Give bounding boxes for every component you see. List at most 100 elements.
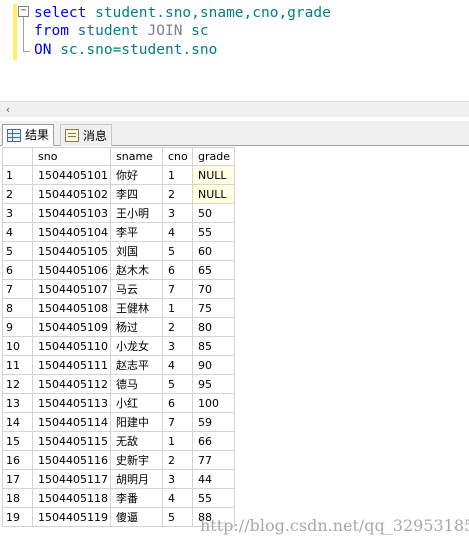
cell-sno[interactable]: 1504405112 [32, 374, 111, 394]
table-row[interactable]: 12 1504405112 德马 5 95 [2, 374, 235, 394]
row-number[interactable]: 2 [2, 184, 33, 204]
cell-cno[interactable]: 6 [162, 260, 193, 280]
cell-grade[interactable]: 66 [192, 431, 235, 451]
cell-cno[interactable]: 3 [162, 469, 193, 489]
cell-cno[interactable]: 1 [162, 431, 193, 451]
cell-sno[interactable]: 1504405107 [32, 279, 111, 299]
editor-horizontal-scrollbar[interactable]: ‹ [0, 101, 469, 117]
cell-sname[interactable]: 杨过 [110, 317, 163, 337]
cell-grade[interactable]: 75 [192, 298, 235, 318]
cell-cno[interactable]: 2 [162, 184, 193, 204]
cell-sname[interactable]: 胡明月 [110, 469, 163, 489]
table-row[interactable]: 14 1504405114 阳建中 7 59 [2, 412, 235, 432]
cell-cno[interactable]: 6 [162, 393, 193, 413]
cell-grade[interactable]: NULL [192, 184, 235, 204]
cell-sno[interactable]: 1504405103 [32, 203, 111, 223]
cell-cno[interactable]: 5 [162, 507, 193, 527]
cell-sno[interactable]: 1504405108 [32, 298, 111, 318]
cell-cno[interactable]: 7 [162, 412, 193, 432]
cell-cno[interactable]: 3 [162, 203, 193, 223]
tab-messages[interactable]: 消息 [60, 124, 113, 146]
row-number[interactable]: 6 [2, 260, 33, 280]
cell-sno[interactable]: 1504405101 [32, 165, 111, 185]
row-number[interactable]: 13 [2, 393, 33, 413]
cell-sname[interactable]: 小红 [110, 393, 163, 413]
cell-cno[interactable]: 4 [162, 488, 193, 508]
cell-cno[interactable]: 7 [162, 279, 193, 299]
row-number[interactable]: 17 [2, 469, 33, 489]
cell-sno[interactable]: 1504405113 [32, 393, 111, 413]
sql-editor[interactable]: − select student.sno,sname,cno,grade fro… [0, 0, 469, 100]
cell-sno[interactable]: 1504405119 [32, 507, 111, 527]
cell-sno[interactable]: 1504405111 [32, 355, 111, 375]
cell-sname[interactable]: 德马 [110, 374, 163, 394]
cell-sno[interactable]: 1504405115 [32, 431, 111, 451]
cell-grade[interactable]: 85 [192, 336, 235, 356]
results-grid[interactable]: sno sname cno grade 1 1504405101 你好 1 NULL 2 1… [2, 147, 235, 527]
cell-sno[interactable]: 1504405114 [32, 412, 111, 432]
cell-sname[interactable]: 你好 [110, 165, 163, 185]
scroll-left-arrow-icon[interactable]: ‹ [0, 102, 16, 118]
cell-grade[interactable]: 100 [192, 393, 235, 413]
cell-sno[interactable]: 1504405118 [32, 488, 111, 508]
column-header-cno[interactable]: cno [162, 147, 193, 166]
cell-sno[interactable]: 1504405116 [32, 450, 111, 470]
cell-cno[interactable]: 4 [162, 222, 193, 242]
row-number[interactable]: 7 [2, 279, 33, 299]
cell-grade[interactable]: 55 [192, 488, 235, 508]
row-number[interactable]: 19 [2, 507, 33, 527]
cell-cno[interactable]: 1 [162, 298, 193, 318]
table-row[interactable]: 11 1504405111 赵志平 4 90 [2, 355, 235, 375]
cell-cno[interactable]: 1 [162, 165, 193, 185]
table-row[interactable]: 7 1504405107 马云 7 70 [2, 279, 235, 299]
cell-sname[interactable]: 刘国 [110, 241, 163, 261]
cell-grade[interactable]: 65 [192, 260, 235, 280]
cell-sname[interactable]: 无敌 [110, 431, 163, 451]
cell-grade[interactable]: 77 [192, 450, 235, 470]
code-line-2[interactable]: from student JOIN sc [34, 22, 209, 40]
row-number[interactable]: 9 [2, 317, 33, 337]
code-line-3[interactable]: ON sc.sno=student.sno [34, 41, 217, 59]
table-row[interactable]: 13 1504405113 小红 6 100 [2, 393, 235, 413]
cell-sname[interactable]: 傻逼 [110, 507, 163, 527]
cell-sname[interactable]: 赵志平 [110, 355, 163, 375]
cell-sno[interactable]: 1504405105 [32, 241, 111, 261]
row-number[interactable]: 18 [2, 488, 33, 508]
cell-sno[interactable]: 1504405104 [32, 222, 111, 242]
table-row[interactable]: 4 1504405104 李平 4 55 [2, 222, 235, 242]
cell-sno[interactable]: 1504405110 [32, 336, 111, 356]
cell-sname[interactable]: 王健林 [110, 298, 163, 318]
cell-grade[interactable]: 60 [192, 241, 235, 261]
cell-sname[interactable]: 小龙女 [110, 336, 163, 356]
cell-grade[interactable]: 44 [192, 469, 235, 489]
cell-cno[interactable]: 4 [162, 355, 193, 375]
row-number[interactable]: 5 [2, 241, 33, 261]
row-number[interactable]: 8 [2, 298, 33, 318]
row-number[interactable]: 1 [2, 165, 33, 185]
row-number[interactable]: 12 [2, 374, 33, 394]
table-row[interactable]: 8 1504405108 王健林 1 75 [2, 298, 235, 318]
cell-sname[interactable]: 李平 [110, 222, 163, 242]
cell-sname[interactable]: 马云 [110, 279, 163, 299]
cell-cno[interactable]: 3 [162, 336, 193, 356]
table-row[interactable]: 15 1504405115 无敌 1 66 [2, 431, 235, 451]
cell-grade[interactable]: 70 [192, 279, 235, 299]
row-number[interactable]: 4 [2, 222, 33, 242]
cell-grade[interactable]: 95 [192, 374, 235, 394]
table-row[interactable]: 1 1504405101 你好 1 NULL [2, 165, 235, 185]
tab-results[interactable]: 结果 [2, 124, 55, 146]
table-row[interactable]: 17 1504405117 胡明月 3 44 [2, 469, 235, 489]
cell-sno[interactable]: 1504405102 [32, 184, 111, 204]
column-header-sname[interactable]: sname [110, 147, 163, 166]
cell-cno[interactable]: 5 [162, 241, 193, 261]
cell-cno[interactable]: 2 [162, 450, 193, 470]
row-number[interactable]: 16 [2, 450, 33, 470]
column-header-sno[interactable]: sno [32, 147, 111, 166]
table-row[interactable]: 6 1504405106 赵木木 6 65 [2, 260, 235, 280]
row-number[interactable]: 3 [2, 203, 33, 223]
cell-sno[interactable]: 1504405109 [32, 317, 111, 337]
cell-sname[interactable]: 王小明 [110, 203, 163, 223]
cell-cno[interactable]: 5 [162, 374, 193, 394]
table-row[interactable]: 2 1504405102 李四 2 NULL [2, 184, 235, 204]
table-row[interactable]: 10 1504405110 小龙女 3 85 [2, 336, 235, 356]
